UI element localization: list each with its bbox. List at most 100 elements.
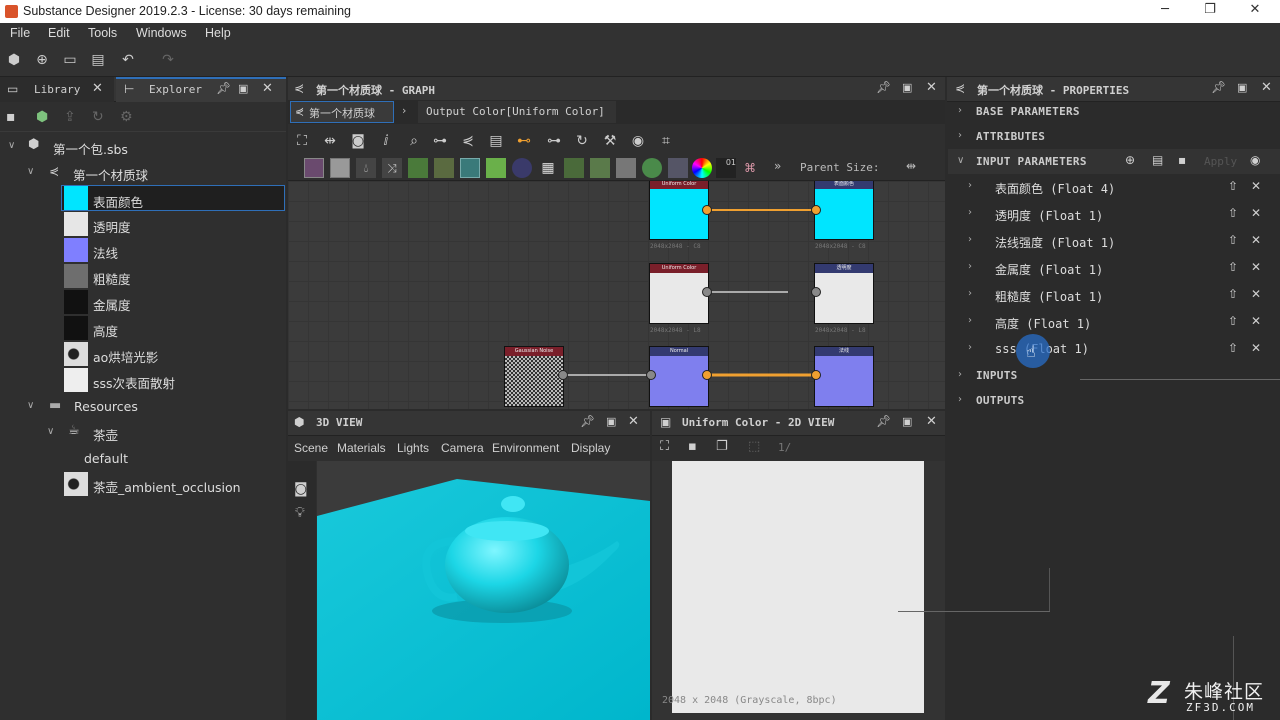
resize-icon[interactable]: ⇹	[906, 159, 916, 173]
frame-icon[interactable]: ⛶	[660, 439, 669, 454]
2d-viewport[interactable]: 2048 x 2048 (Grayscale, 8bpc)	[652, 461, 945, 720]
svg-node-button[interactable]	[330, 158, 350, 178]
menu-camera[interactable]: Camera	[441, 441, 484, 455]
connector-icon[interactable]: ⊷	[516, 133, 532, 149]
menu-tools[interactable]: Tools	[88, 26, 117, 40]
channels-icon[interactable]: ⬚	[748, 439, 760, 454]
gradient-node-button[interactable]	[486, 158, 506, 178]
settings-icon[interactable]: ⚙	[120, 109, 133, 125]
minimize-button[interactable]: ─	[1150, 2, 1180, 21]
delete-icon[interactable]: ✕	[1251, 341, 1261, 355]
input-port[interactable]	[811, 205, 821, 215]
param-row[interactable]: › 透明度 (Float 1) ⇧ ✕	[948, 201, 1268, 228]
align-icon[interactable]: ⇹	[322, 133, 338, 149]
pin-icon[interactable]: 📌︎	[580, 414, 595, 428]
chevron-down-icon[interactable]: ∨	[8, 140, 15, 151]
menu-edit[interactable]: Edit	[48, 26, 70, 40]
close-icon[interactable]: ✕	[92, 81, 103, 96]
chevron-right-icon[interactable]: ›	[968, 315, 972, 326]
export-icon[interactable]: ⇧	[1228, 341, 1238, 355]
graph-node-output-normal[interactable]: 法线	[814, 346, 874, 407]
close-icon[interactable]: ✕	[926, 80, 937, 95]
param-row[interactable]: › 表面颜色 (Float 4) ⇧ ✕	[948, 174, 1268, 201]
transform-node-button[interactable]	[460, 158, 480, 178]
section-input-parameters[interactable]: ∨ INPUT PARAMETERS ⊕ ▤ ▪ Apply ◉	[948, 149, 1280, 174]
export-icon[interactable]: ⇧	[1228, 260, 1238, 274]
grid-node-button[interactable]: ▦	[538, 158, 558, 178]
export-icon[interactable]: ⇧	[1228, 206, 1238, 220]
histogram-node-button[interactable]	[668, 158, 688, 178]
tree-item-submesh[interactable]: default	[0, 445, 285, 471]
menu-display[interactable]: Display	[571, 441, 610, 455]
menu-file[interactable]: File	[10, 26, 30, 40]
menu-scene[interactable]: Scene	[294, 441, 328, 455]
breadcrumb-root[interactable]: ⋞ 第一个材质球	[290, 101, 394, 123]
output-port[interactable]	[702, 370, 712, 380]
export-icon[interactable]: ⇧	[1228, 314, 1238, 328]
menu-windows[interactable]: Windows	[136, 26, 187, 40]
graph-node-output-opacity[interactable]: 透明度 2048x2048 - L8	[814, 263, 874, 334]
tab-explorer[interactable]: ⊢ Explorer 📌︎ ▣ ✕	[116, 77, 286, 102]
output-port[interactable]	[702, 287, 712, 297]
tree-item-package[interactable]: ∨ ⬢ 第一个包.sbs	[0, 133, 285, 159]
chevron-right-icon[interactable]: ›	[968, 180, 972, 191]
blend-node-button[interactable]	[564, 158, 584, 178]
chevron-right-icon[interactable]: ›	[968, 342, 972, 353]
tree-item-mesh[interactable]: ∨ ☕︎ 茶壶	[0, 419, 285, 445]
crop-icon[interactable]: ⌗	[658, 133, 674, 149]
3d-viewport[interactable]	[317, 461, 650, 720]
tree-item-bitmap[interactable]: 茶壶_ambient_occlusion	[0, 471, 285, 497]
publish-icon[interactable]: ⇪	[64, 109, 76, 125]
chevron-right-icon[interactable]: ›	[968, 207, 972, 218]
camera-icon[interactable]: ◙	[294, 481, 308, 497]
section-attributes[interactable]: › ATTRIBUTES	[948, 124, 1280, 149]
apply-button[interactable]: Apply	[1204, 155, 1237, 168]
section-base-parameters[interactable]: › BASE PARAMETERS	[948, 99, 1280, 124]
fxmap-node-button[interactable]: ⌘	[740, 158, 760, 178]
chevron-right-icon[interactable]: ›	[968, 288, 972, 299]
more-icon[interactable]: »	[774, 159, 781, 173]
input-port[interactable]	[811, 287, 821, 297]
delete-icon[interactable]: ✕	[1251, 206, 1261, 220]
section-inputs[interactable]: › INPUTS	[948, 363, 1280, 388]
bitmap-node-button[interactable]	[304, 158, 324, 178]
restore-button[interactable]: ❐	[1195, 2, 1225, 21]
section-outputs[interactable]: › OUTPUTS	[948, 388, 1280, 413]
menu-materials[interactable]: Materials	[337, 441, 386, 455]
delete-icon[interactable]: ✕	[1251, 260, 1261, 274]
tree-item-output[interactable]: 透明度	[0, 211, 285, 237]
tool-icon[interactable]: ⚒	[602, 133, 618, 149]
graph-node-output-basecolor[interactable]: 表面颜色 2048x2048 - C8	[814, 181, 874, 250]
new-package-icon[interactable]: ⬢	[6, 52, 22, 68]
tree-item-output[interactable]: 高度	[0, 315, 285, 341]
float-icon[interactable]: ▣	[606, 415, 616, 428]
light-icon[interactable]: 💡︎	[295, 505, 305, 521]
pin-icon[interactable]: 📌︎	[216, 81, 231, 95]
redo-icon[interactable]: ↷	[160, 52, 176, 68]
float-icon[interactable]: ▣	[1237, 81, 1247, 94]
tab-library[interactable]: ▭ Library ✕	[0, 77, 114, 102]
input-port[interactable]	[646, 370, 656, 380]
blur-node-button[interactable]	[512, 158, 532, 178]
delete-icon[interactable]: ✕	[1251, 233, 1261, 247]
reload-icon[interactable]: ↻	[92, 109, 104, 125]
tree-item-output[interactable]: 金属度	[0, 289, 285, 315]
pin-icon[interactable]: 📌︎	[876, 80, 891, 94]
preset-icon[interactable]: ▪	[1178, 153, 1186, 167]
texture-icon[interactable]: ◉	[630, 133, 646, 149]
graph-node-normal[interactable]: Normal	[649, 346, 709, 407]
param-row[interactable]: › sss (Float 1) ⇧ ✕	[948, 336, 1268, 363]
graph-node-uniform-color[interactable]: Uniform Color 2048x2048 - L8	[649, 263, 709, 334]
chevron-down-icon[interactable]: ∨	[47, 426, 54, 437]
close-window-button[interactable]: ✕	[1240, 2, 1270, 21]
search-icon[interactable]: ⌕	[406, 133, 422, 149]
float-icon[interactable]: ▣	[902, 415, 912, 428]
chevron-down-icon[interactable]: ∨	[27, 400, 34, 411]
camera-icon[interactable]: ◙	[350, 133, 366, 149]
levels-node-button[interactable]	[616, 158, 636, 178]
split-icon[interactable]: ⊶	[546, 133, 562, 149]
delete-icon[interactable]: ✕	[1251, 314, 1261, 328]
export-icon[interactable]: ⇧	[1228, 179, 1238, 193]
tree-item-output[interactable]: ao烘培光影	[0, 341, 285, 367]
frame-all-icon[interactable]: ⛶	[294, 133, 310, 149]
